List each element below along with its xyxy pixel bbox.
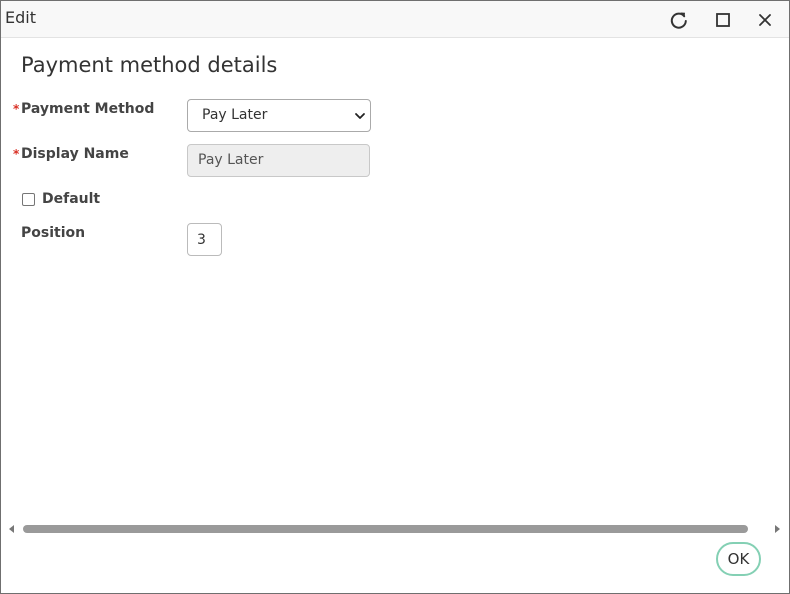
chevron-down-icon	[355, 113, 365, 119]
maximize-button[interactable]	[712, 9, 734, 31]
position-input[interactable]: 3	[187, 223, 222, 256]
position-label: Position	[21, 225, 86, 241]
payment-method-select[interactable]: Pay Later	[187, 99, 371, 132]
refresh-button[interactable]	[668, 9, 690, 31]
payment-method-value: Pay Later	[202, 107, 268, 123]
title-bar: Edit	[1, 1, 789, 38]
position-value: 3	[197, 232, 206, 248]
scrollbar-thumb[interactable]	[23, 525, 748, 533]
ok-button[interactable]: OK	[716, 542, 761, 576]
required-marker: *	[13, 102, 20, 116]
close-icon	[759, 14, 771, 26]
payment-method-label: Payment Method	[21, 101, 155, 117]
close-button[interactable]	[754, 9, 776, 31]
default-label: Default	[42, 191, 101, 207]
refresh-icon	[670, 12, 687, 29]
required-marker: *	[13, 147, 20, 161]
edit-dialog: Edit Payment method details * Payment Me…	[0, 0, 790, 594]
scrollbar-track[interactable]	[21, 525, 765, 533]
horizontal-scrollbar[interactable]	[5, 521, 785, 537]
default-checkbox[interactable]	[22, 193, 35, 206]
display-name-value: Pay Later	[198, 152, 264, 168]
maximize-icon	[716, 13, 730, 27]
section-heading: Payment method details	[21, 53, 278, 77]
scroll-right-icon[interactable]	[773, 525, 781, 533]
display-name-field[interactable]: Pay Later	[187, 144, 370, 177]
scroll-left-icon[interactable]	[8, 525, 16, 533]
display-name-label: Display Name	[21, 146, 129, 162]
window-title: Edit	[5, 8, 36, 27]
